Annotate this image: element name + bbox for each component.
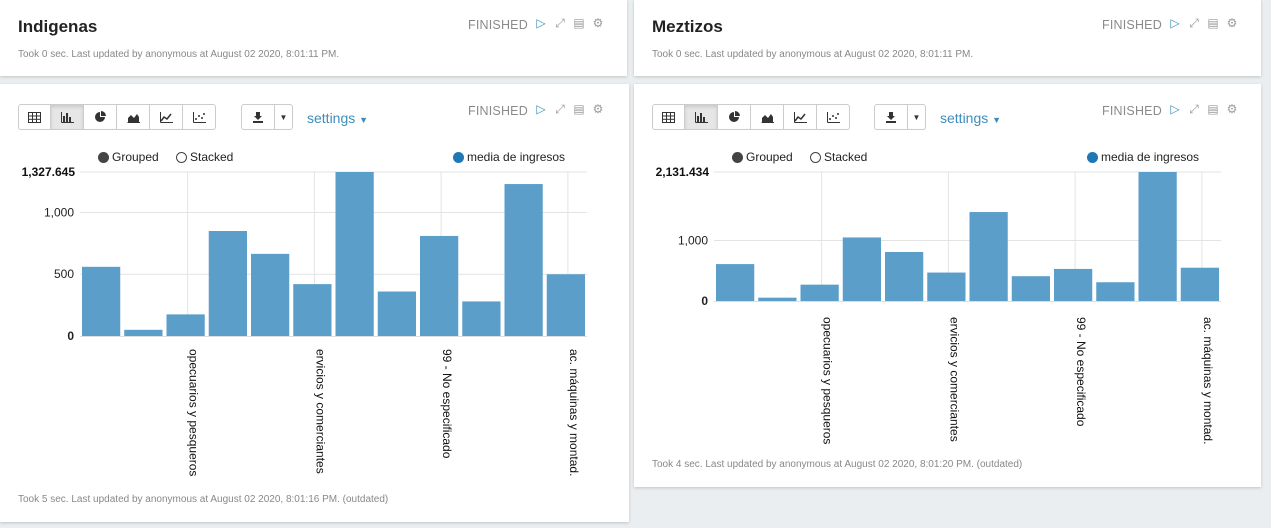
bar[interactable] <box>166 314 205 336</box>
paragraph-controls: ▷ ⤢ ▤ ⚙ <box>534 16 605 30</box>
bar[interactable] <box>546 274 585 336</box>
bar[interactable] <box>927 272 966 301</box>
x-tick-label: 99 - No especificado <box>440 349 454 459</box>
paragraph-chart-right: ▼ settings ▼ FINISHED ▷ ⤢ ▤ ⚙ Grouped St… <box>634 84 1261 487</box>
paragraph-chart-left: ▼ settings ▼ FINISHED ▷ ⤢ ▤ ⚙ Grouped St… <box>0 84 629 522</box>
paragraph-title[interactable]: Indigenas <box>18 17 97 37</box>
x-tick-label: ac. máquinas y montad. <box>567 349 581 476</box>
paragraph-controls: ▷ ⤢ ▤ ⚙ <box>1168 16 1239 30</box>
bar-chart: 0 1,000 2,131.434 opecuarios y pesqueros erv… <box>656 165 1221 444</box>
y-tick-label: 0 <box>701 294 708 308</box>
bar[interactable] <box>842 237 881 301</box>
x-tick-label: 99 - No especificado <box>1074 317 1088 427</box>
bar[interactable] <box>335 172 374 336</box>
bar[interactable] <box>716 264 755 301</box>
paragraph-footer: Took 4 sec. Last updated by anonymous at… <box>652 459 1023 470</box>
x-tick-label: ac. máquinas y montad. <box>1201 317 1215 444</box>
gear-icon[interactable]: ⚙ <box>1225 16 1239 30</box>
bar[interactable] <box>293 284 332 336</box>
bar[interactable] <box>969 212 1008 301</box>
bar[interactable] <box>1180 267 1219 301</box>
y-max-label: 1,327.645 <box>22 165 76 179</box>
y-tick-label: 0 <box>67 329 74 343</box>
status-label: FINISHED <box>468 18 528 32</box>
bar[interactable] <box>1054 268 1093 301</box>
bar[interactable] <box>377 291 416 336</box>
bar[interactable] <box>82 266 121 336</box>
y-tick-label: 1,000 <box>678 233 708 247</box>
bar[interactable] <box>800 284 839 301</box>
bar[interactable] <box>124 329 163 336</box>
paragraph-title[interactable]: Meztizos <box>652 17 723 37</box>
paragraph-meztizos: Meztizos FINISHED ▷ ⤢ ▤ ⚙ Took 0 sec. La… <box>634 0 1261 76</box>
y-tick-label: 1,000 <box>44 205 74 219</box>
book-icon[interactable]: ▤ <box>572 16 586 30</box>
bar[interactable] <box>420 235 459 336</box>
paragraph-indigenas: Indigenas FINISHED ▷ ⤢ ▤ ⚙ Took 0 sec. L… <box>0 0 627 76</box>
bar[interactable] <box>885 251 924 301</box>
gear-icon[interactable]: ⚙ <box>591 16 605 30</box>
bar[interactable] <box>1011 276 1050 301</box>
bar[interactable] <box>1096 282 1135 301</box>
bar[interactable] <box>462 301 501 336</box>
bar[interactable] <box>208 231 247 336</box>
x-tick-label: opecuarios y pesqueros <box>821 317 835 444</box>
book-icon[interactable]: ▤ <box>1206 16 1220 30</box>
bar[interactable] <box>758 297 797 301</box>
y-max-label: 2,131.434 <box>656 165 710 179</box>
paragraph-footer: Took 5 sec. Last updated by anonymous at… <box>18 494 389 505</box>
paragraph-footer: Took 0 sec. Last updated by anonymous at… <box>652 49 974 60</box>
bar[interactable] <box>1138 172 1177 301</box>
bar[interactable] <box>504 184 543 336</box>
x-tick-label: opecuarios y pesqueros <box>187 349 201 476</box>
expand-icon[interactable]: ⤢ <box>553 16 567 30</box>
x-axis-labels: opecuarios y pesqueros ervicios y comerci… <box>187 349 581 476</box>
run-icon[interactable]: ▷ <box>1168 16 1182 30</box>
y-tick-label: 500 <box>54 267 74 281</box>
bar-chart: 0 500 1,000 1,327.645 opecuarios y pesqueros… <box>22 165 587 476</box>
run-icon[interactable]: ▷ <box>534 16 548 30</box>
bar[interactable] <box>251 253 290 336</box>
x-axis-labels: opecuarios y pesqueros ervicios y comerci… <box>821 317 1215 444</box>
expand-icon[interactable]: ⤢ <box>1187 16 1201 30</box>
x-tick-label: ervicios y comerciantes <box>313 349 327 474</box>
paragraph-footer: Took 0 sec. Last updated by anonymous at… <box>18 49 340 60</box>
x-tick-label: ervicios y comerciantes <box>947 317 961 442</box>
status-label: FINISHED <box>1102 18 1162 32</box>
